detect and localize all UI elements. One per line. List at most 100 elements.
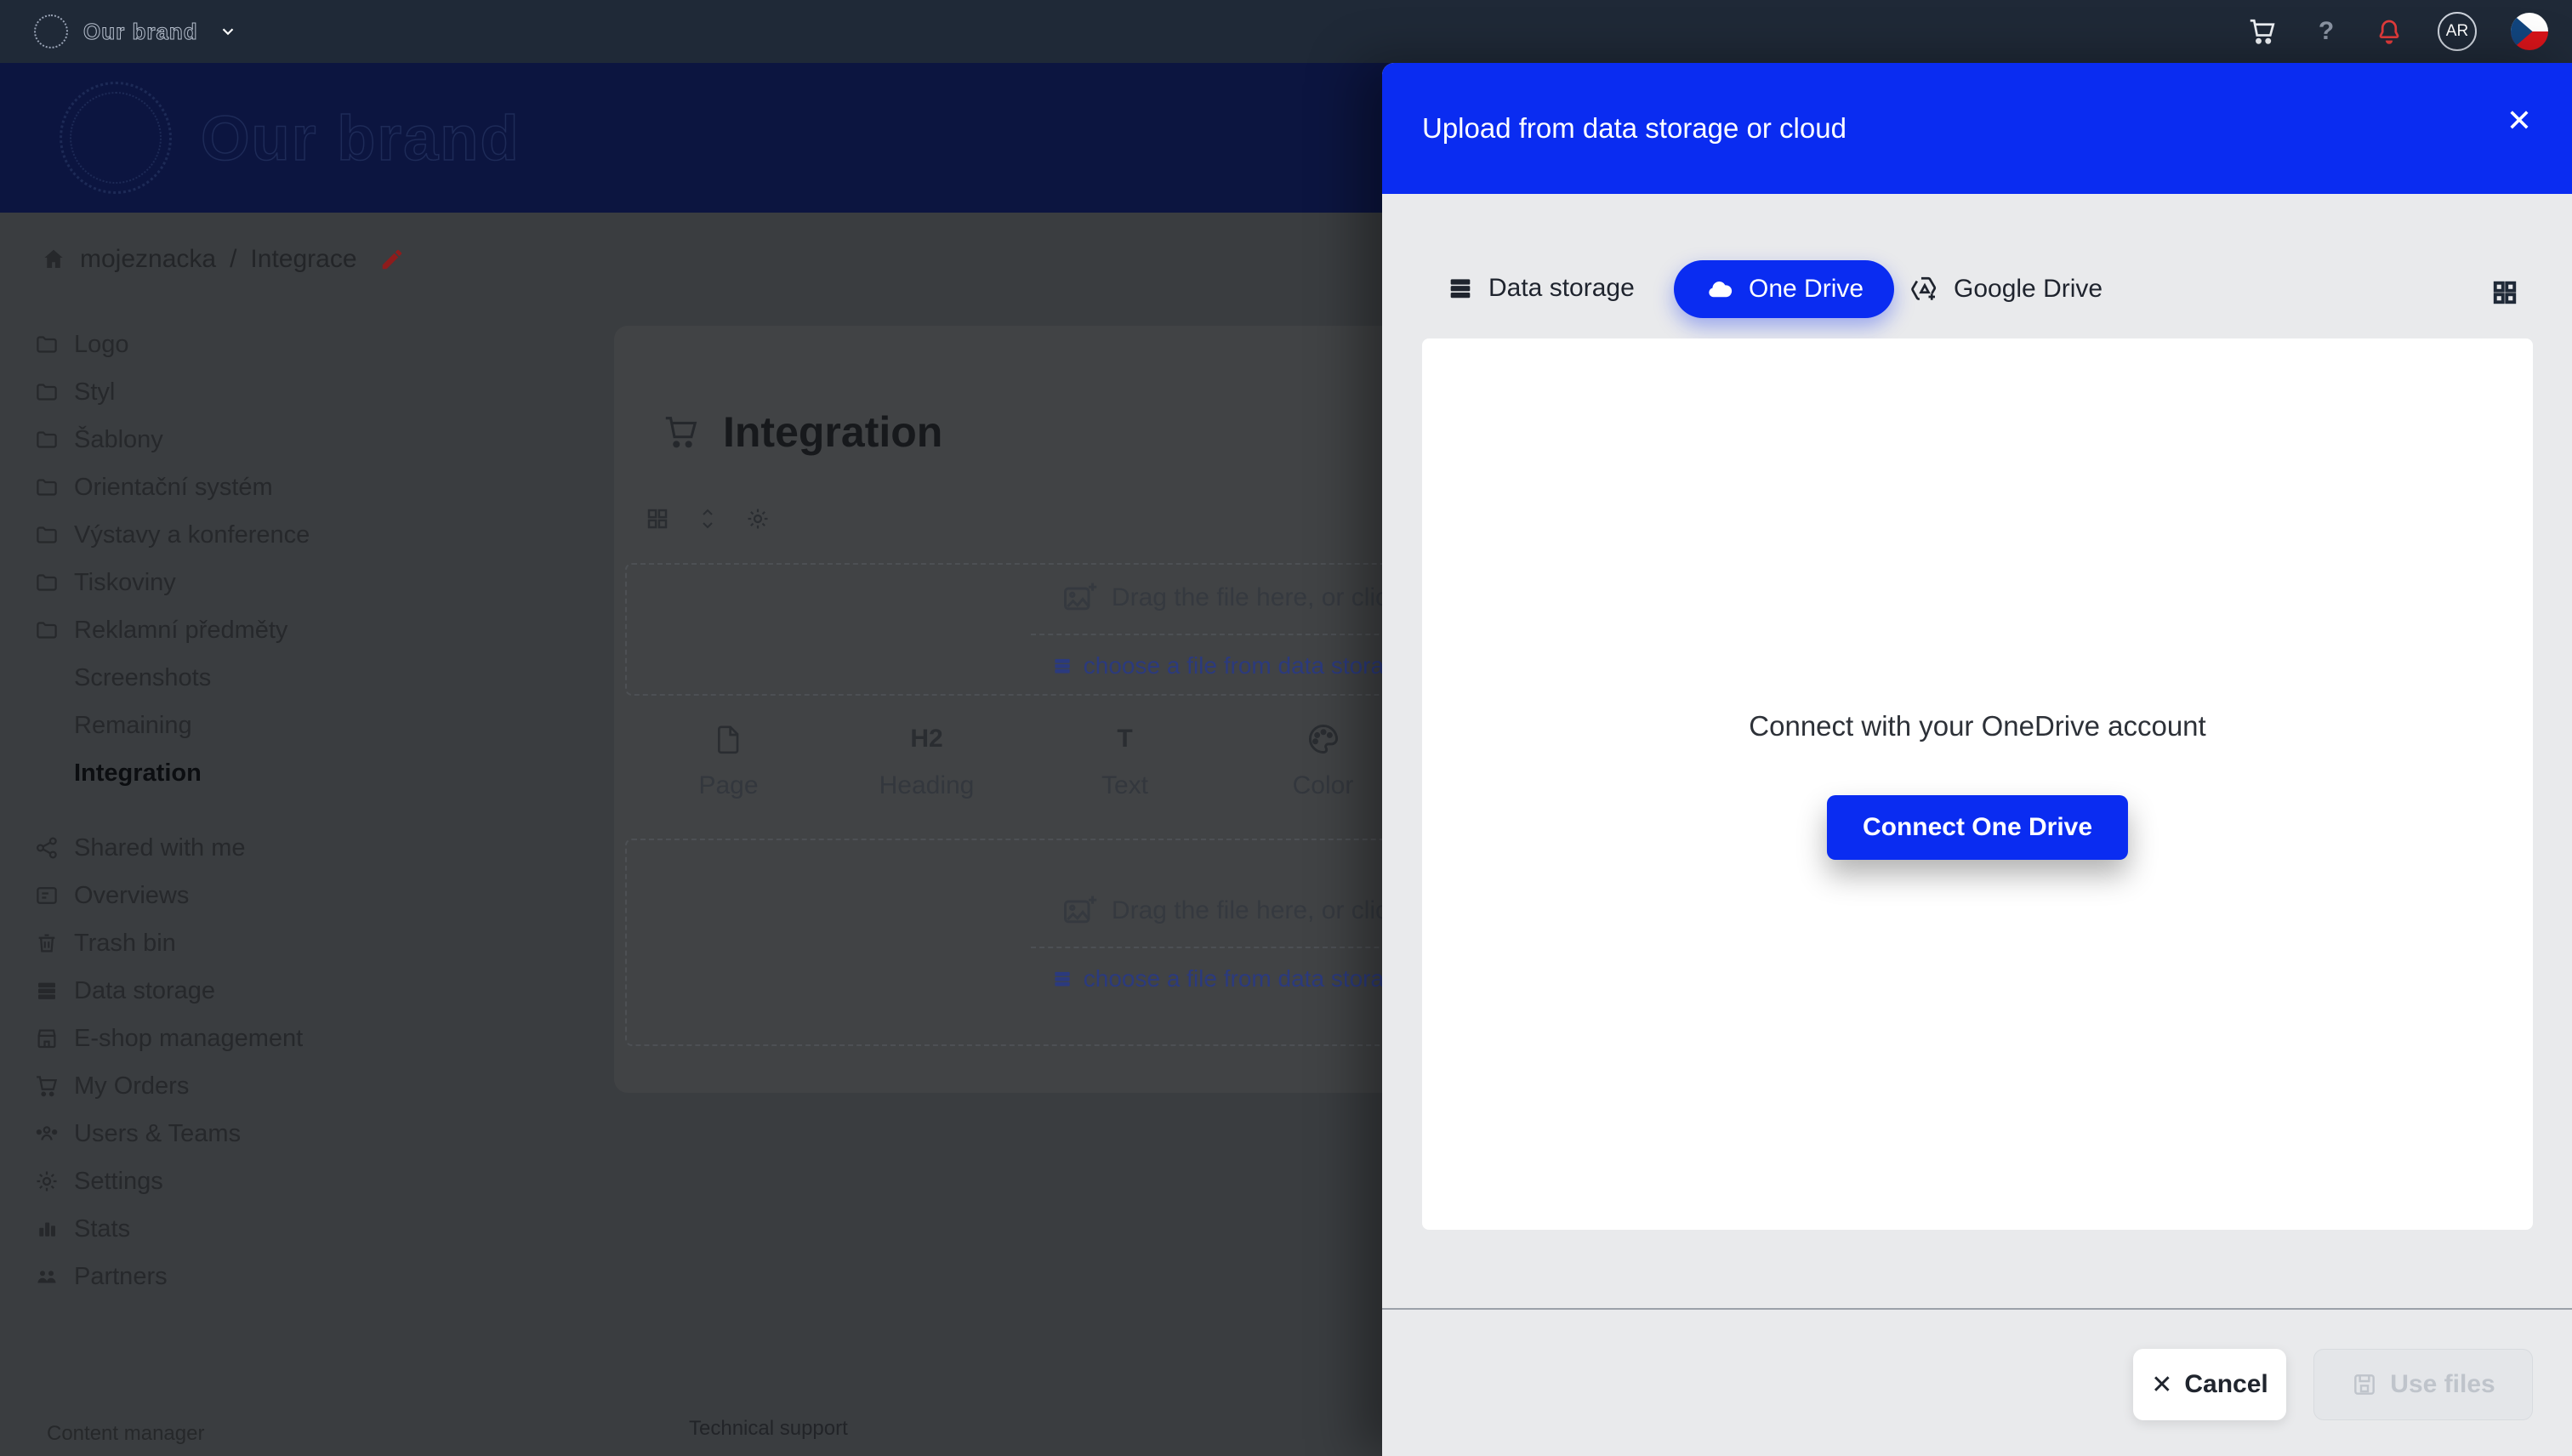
view-toolbar [645, 506, 771, 532]
sidebar-item-remaining[interactable]: Remaining [34, 702, 391, 749]
sidebar-section-gap [34, 797, 391, 824]
onedrive-panel: Connect with your OneDrive account Conne… [1422, 338, 2533, 1230]
element-label: Text [1101, 771, 1149, 799]
cancel-button[interactable]: ✕ Cancel [2133, 1349, 2286, 1420]
data-storage-icon [1446, 274, 1475, 303]
notification-bell-icon[interactable] [2375, 17, 2404, 46]
shop-icon [34, 1026, 60, 1051]
sidebar-item-trash-bin[interactable]: Trash bin [34, 919, 391, 967]
sidebar-item-integration[interactable]: Integration [34, 749, 391, 797]
sidebar-item-label: Users & Teams [74, 1119, 242, 1147]
tab-google-drive[interactable]: Google Drive [1909, 274, 2103, 304]
folder-icon [34, 522, 60, 548]
overview-icon [34, 883, 60, 908]
avatar[interactable]: AR [2438, 12, 2477, 51]
use-files-button[interactable]: Use files [2313, 1349, 2533, 1420]
sidebar-item-styl[interactable]: Styl [34, 368, 391, 416]
sidebar-item-tiskoviny[interactable]: Tiskoviny [34, 559, 391, 606]
cart-icon[interactable] [2247, 16, 2278, 47]
edit-pencil-icon[interactable] [379, 247, 405, 272]
sidebar-item-label: Styl [74, 378, 116, 406]
modal-tabs: Data storage One Drive Google Drive [1382, 255, 2572, 332]
element-heading[interactable]: H2 Heading [828, 719, 1026, 800]
sidebar-item-label: Data storage [74, 976, 216, 1004]
data-storage-icon [34, 978, 60, 1004]
dropzone-text: Drag the file here, or click [1111, 896, 1402, 924]
sidebar-item-settings[interactable]: Settings [34, 1157, 391, 1205]
sidebar-item-screenshots[interactable]: Screenshots [34, 654, 391, 702]
sidebar-item-label: Integration [74, 759, 202, 787]
sidebar-item-stats[interactable]: Stats [34, 1205, 391, 1253]
settings-gear-icon[interactable] [745, 506, 771, 532]
sidebar-item-label: Reklamní předměty [74, 616, 288, 644]
folder-icon [34, 475, 60, 500]
dropzone-text: Drag the file here, or click [1111, 583, 1402, 611]
screen: Our brand mojeznacka / Integrace Logo St… [0, 0, 2572, 1456]
grid-view-icon[interactable] [2489, 277, 2520, 308]
language-flag-icon[interactable] [2511, 13, 2548, 50]
sidebar-item-my-orders[interactable]: My Orders [34, 1062, 391, 1110]
page-title: Integration [723, 408, 943, 456]
footer-technical-support[interactable]: Technical support [689, 1417, 848, 1441]
cancel-label: Cancel [2184, 1370, 2268, 1398]
modal-title: Upload from data storage or cloud [1422, 112, 1846, 144]
sidebar-item-label: Settings [74, 1167, 163, 1195]
sidebar-item-label: Shared with me [74, 833, 246, 862]
connect-message: Connect with your OneDrive account [1749, 710, 2206, 742]
sidebar-item-sablony[interactable]: Šablony [34, 416, 391, 464]
sidebar-item-overviews[interactable]: Overviews [34, 872, 391, 919]
cart-icon [34, 1073, 60, 1099]
integration-header: Integration [662, 407, 942, 457]
sidebar-item-label: Výstavy a konference [74, 520, 310, 549]
sidebar-item-logo[interactable]: Logo [34, 321, 391, 368]
sidebar-item-label: Tiskoviny [74, 568, 176, 596]
tab-one-drive[interactable]: One Drive [1674, 260, 1895, 318]
choose-link-label: choose a file from data storage [1083, 965, 1411, 992]
gear-icon [34, 1169, 60, 1194]
choose-from-storage-link[interactable]: choose a file from data storage [1051, 652, 1410, 680]
sidebar: Logo Styl Šablony Orientační systém Výst… [34, 321, 391, 1300]
close-icon[interactable]: ✕ [2507, 105, 2532, 136]
folder-icon [34, 570, 60, 595]
sidebar-item-label: Šablony [74, 425, 163, 453]
breadcrumb-current: Integrace [250, 245, 357, 273]
sidebar-item-eshop-management[interactable]: E-shop management [34, 1015, 391, 1062]
content-elements-row: Page H2 Heading T Text Color [629, 719, 1422, 800]
divider [1031, 947, 1431, 948]
chevron-down-icon [219, 22, 237, 41]
element-label: Heading [879, 771, 975, 799]
sidebar-item-partners[interactable]: Partners [34, 1253, 391, 1300]
sort-order-icon[interactable] [697, 506, 718, 532]
sidebar-item-reklamni-predmety[interactable]: Reklamní předměty [34, 606, 391, 654]
users-icon [34, 1121, 60, 1146]
breadcrumb-separator: / [230, 245, 237, 273]
breadcrumb-project[interactable]: mojeznacka [80, 245, 216, 274]
palette-icon [1305, 719, 1342, 759]
tab-label: Google Drive [1954, 275, 2103, 303]
brand-logo-icon [34, 14, 68, 48]
element-text[interactable]: T Text [1026, 719, 1224, 800]
element-label: Page [698, 771, 759, 799]
sidebar-item-label: Remaining [74, 711, 192, 739]
connect-onedrive-button[interactable]: Connect One Drive [1826, 795, 2129, 860]
sidebar-item-vystavy-a-konference[interactable]: Výstavy a konference [34, 511, 391, 559]
footer-content-manager[interactable]: Content manager [47, 1422, 204, 1446]
help-icon[interactable]: ? [2312, 17, 2341, 46]
choose-from-storage-link[interactable]: choose a file from data storage [1051, 965, 1410, 992]
brand-switcher[interactable]: Our brand [34, 14, 237, 48]
sidebar-item-label: Stats [74, 1214, 131, 1243]
tab-label: Data storage [1488, 274, 1635, 302]
sidebar-item-data-storage[interactable]: Data storage [34, 967, 391, 1015]
close-icon: ✕ [2151, 1370, 2173, 1399]
element-page[interactable]: Page [629, 719, 828, 800]
sidebar-item-shared-with-me[interactable]: Shared with me [34, 824, 391, 872]
sidebar-item-orientacni-system[interactable]: Orientační systém [34, 464, 391, 511]
tab-data-storage[interactable]: Data storage [1446, 274, 1635, 303]
home-icon[interactable] [41, 247, 66, 272]
sidebar-item-label: Overviews [74, 881, 190, 909]
breadcrumb: mojeznacka / Integrace [41, 245, 405, 274]
cart-icon [662, 412, 701, 452]
grid-view-icon[interactable] [645, 506, 670, 532]
sidebar-item-users-teams[interactable]: Users & Teams [34, 1110, 391, 1157]
modal-header: Upload from data storage or cloud ✕ [1382, 63, 2572, 194]
